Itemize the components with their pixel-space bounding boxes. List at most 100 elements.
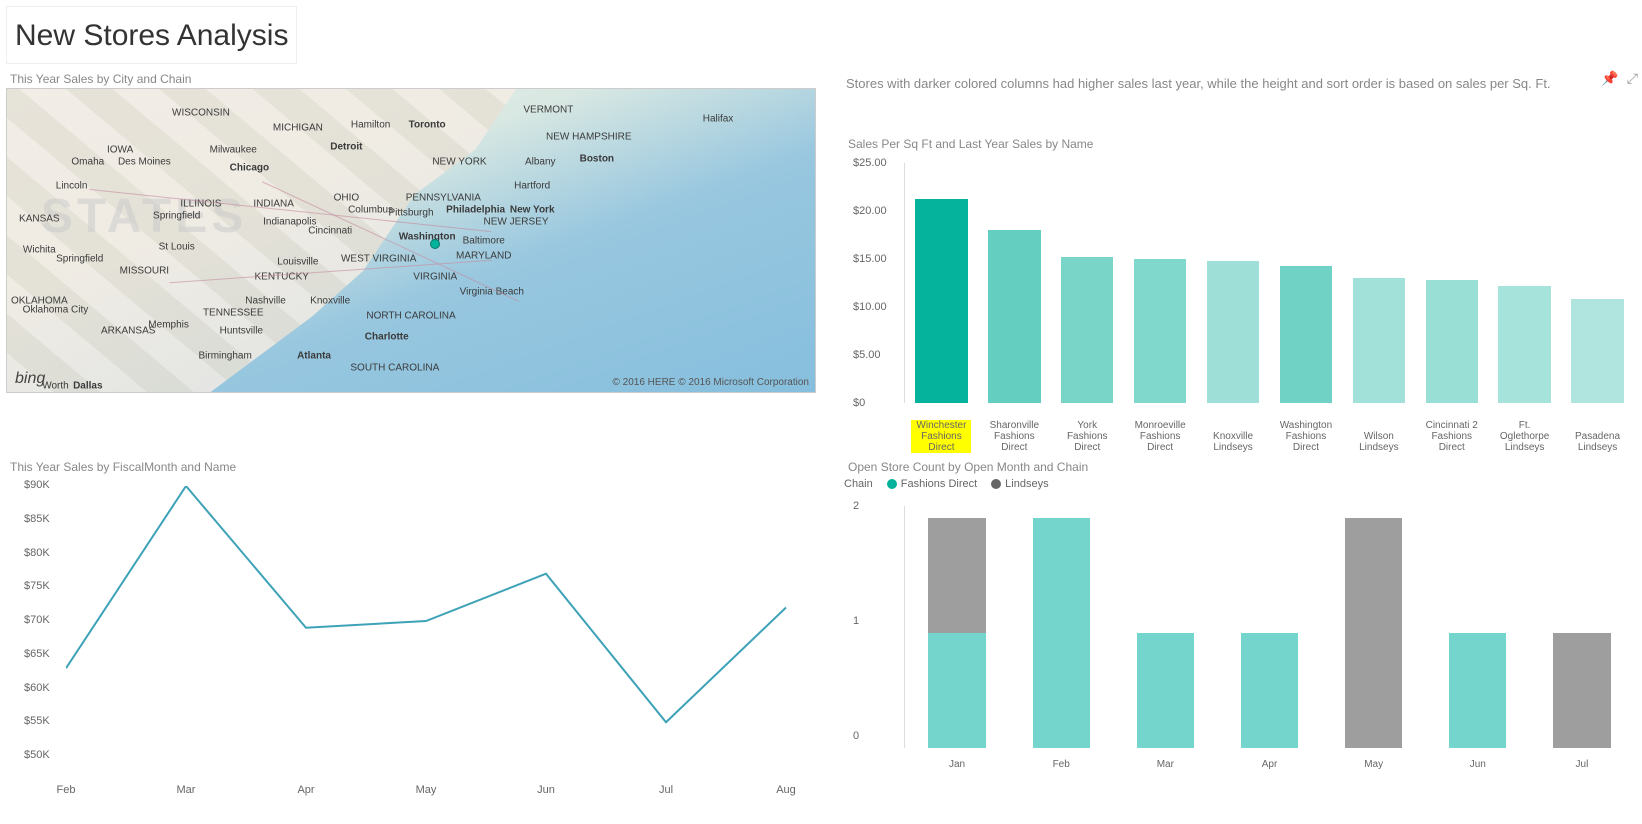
bar[interactable] bbox=[1426, 280, 1478, 403]
bar[interactable] bbox=[1571, 299, 1623, 403]
x-tick-label: May bbox=[416, 784, 437, 796]
map-city-label: NEW YORK bbox=[432, 156, 486, 167]
map-city-label: Chicago bbox=[230, 162, 269, 173]
bar[interactable] bbox=[1061, 257, 1113, 403]
legend-item[interactable]: Lindseys bbox=[991, 478, 1048, 490]
map-city-label: MISSOURI bbox=[120, 265, 169, 276]
map-city-label: Knoxville bbox=[310, 296, 350, 307]
stacked-bar[interactable] bbox=[1345, 518, 1402, 748]
map-city-label: WISCONSIN bbox=[172, 108, 230, 119]
stacked-bar[interactable] bbox=[928, 518, 985, 748]
map-city-label: Boston bbox=[580, 153, 614, 164]
map-visual[interactable]: This Year Sales by City and Chain STATES… bbox=[6, 70, 836, 450]
bar-caption: Stores with darker colored columns had h… bbox=[844, 70, 1642, 93]
x-tick-label: Feb bbox=[57, 784, 76, 796]
bar[interactable] bbox=[1498, 286, 1550, 403]
bar-chart[interactable]: $0$5.00$10.00$15.00$20.00$25.00Wincheste… bbox=[844, 153, 1642, 453]
map-city-label: NEW JERSEY bbox=[484, 217, 549, 228]
x-tick-label: Jan bbox=[932, 759, 982, 770]
stacked-chart[interactable]: 012JanFebMarAprMayJunJul bbox=[844, 496, 1642, 776]
y-tick-label: $10.00 bbox=[853, 301, 887, 313]
y-tick-label: 1 bbox=[853, 615, 859, 627]
line-series[interactable] bbox=[66, 486, 786, 722]
legend-label: Chain bbox=[844, 478, 873, 490]
stack-segment[interactable] bbox=[928, 518, 985, 633]
legend-item[interactable]: Fashions Direct bbox=[887, 478, 977, 490]
map-city-label: Lincoln bbox=[56, 180, 88, 191]
stack-segment[interactable] bbox=[1137, 633, 1194, 748]
y-tick-label: $80K bbox=[24, 547, 50, 559]
stacked-bar[interactable] bbox=[1449, 633, 1506, 748]
bar[interactable] bbox=[988, 230, 1040, 403]
bing-logo: bing bbox=[15, 370, 45, 388]
map-city-label: NEW HAMPSHIRE bbox=[546, 132, 632, 143]
map-canvas[interactable]: STATES WISCONSINMICHIGANMilwaukeeChicago… bbox=[6, 88, 816, 393]
line-chart[interactable]: $50K$55K$60K$65K$70K$75K$80K$85K$90KFebM… bbox=[6, 476, 836, 796]
bar-category-label: York Fashions Direct bbox=[1057, 420, 1117, 453]
bar[interactable] bbox=[915, 199, 967, 403]
pin-icon[interactable]: 📌 bbox=[1601, 70, 1618, 87]
map-city-label: Cincinnati bbox=[308, 226, 352, 237]
map-city-label: IOWA bbox=[107, 144, 133, 155]
x-tick-label: Apr bbox=[297, 784, 314, 796]
map-city-label: Atlanta bbox=[297, 350, 331, 361]
map-city-label: Nashville bbox=[245, 296, 286, 307]
line-title: This Year Sales by FiscalMonth and Name bbox=[6, 458, 836, 476]
y-tick-label: $85K bbox=[24, 513, 50, 525]
stack-segment[interactable] bbox=[1449, 633, 1506, 748]
map-city-label: Charlotte bbox=[365, 332, 409, 343]
stack-segment[interactable] bbox=[1553, 633, 1610, 748]
dashboard-grid: This Year Sales by City and Chain STATES… bbox=[0, 64, 1642, 824]
y-tick-label: $60K bbox=[24, 682, 50, 694]
map-city-label: Detroit bbox=[330, 141, 362, 152]
focus-mode-icon[interactable]: ⤢ bbox=[1627, 70, 1638, 87]
map-city-label: MICHIGAN bbox=[273, 123, 323, 134]
line-visual[interactable]: This Year Sales by FiscalMonth and Name … bbox=[6, 458, 836, 818]
map-city-label: KANSAS bbox=[19, 214, 60, 225]
map-city-label: New York bbox=[510, 205, 555, 216]
map-city-label: VIRGINIA bbox=[413, 271, 457, 282]
stack-segment[interactable] bbox=[1345, 518, 1402, 748]
bar-visual[interactable]: 📌 ⤢ Stores with darker colored columns h… bbox=[844, 70, 1642, 450]
x-tick-label: Feb bbox=[1036, 759, 1086, 770]
stack-segment[interactable] bbox=[928, 633, 985, 748]
map-city-label: Springfield bbox=[153, 211, 200, 222]
x-tick-label: Aug bbox=[776, 784, 796, 796]
map-city-label: PENNSYLVANIA bbox=[406, 193, 481, 204]
stacked-visual[interactable]: Open Store Count by Open Month and Chain… bbox=[844, 458, 1642, 818]
bar[interactable] bbox=[1280, 266, 1332, 403]
bar[interactable] bbox=[1134, 259, 1186, 403]
map-watermark: STATES bbox=[41, 189, 247, 244]
x-tick-label: Jun bbox=[537, 784, 555, 796]
map-data-point[interactable] bbox=[430, 239, 440, 249]
y-tick-label: 2 bbox=[853, 500, 859, 512]
map-city-label: Dallas bbox=[73, 380, 102, 391]
y-tick-label: $50K bbox=[24, 749, 50, 761]
bar[interactable] bbox=[1353, 278, 1405, 403]
stack-segment[interactable] bbox=[1033, 518, 1090, 748]
y-tick-label: $65K bbox=[24, 648, 50, 660]
bar-category-label: Cincinnati 2 Fashions Direct bbox=[1422, 420, 1482, 453]
stacked-bar[interactable] bbox=[1241, 633, 1298, 748]
map-city-label: WEST VIRGINIA bbox=[341, 253, 416, 264]
y-tick-label: $70K bbox=[24, 614, 50, 626]
map-city-label: Worth bbox=[42, 380, 69, 391]
map-city-label: Washington bbox=[399, 232, 456, 243]
bar-category-label: Wilson Lindseys bbox=[1349, 431, 1409, 453]
stack-segment[interactable] bbox=[1241, 633, 1298, 748]
stacked-bar[interactable] bbox=[1033, 518, 1090, 748]
map-city-label: ARKANSAS bbox=[101, 326, 155, 337]
stacked-bar[interactable] bbox=[1553, 633, 1610, 748]
map-city-label: TENNESSEE bbox=[203, 308, 264, 319]
y-tick-label: $55K bbox=[24, 715, 50, 727]
x-tick-label: May bbox=[1349, 759, 1399, 770]
map-city-label: Philadelphia bbox=[446, 205, 505, 216]
bar-category-label: Winchester Fashions Direct bbox=[911, 420, 971, 453]
map-city-label: Pittsburgh bbox=[388, 208, 433, 219]
y-tick-label: 0 bbox=[853, 730, 859, 742]
map-city-label: Omaha bbox=[71, 156, 104, 167]
bar[interactable] bbox=[1207, 261, 1259, 403]
y-tick-label: $75K bbox=[24, 580, 50, 592]
x-tick-label: Mar bbox=[1140, 759, 1190, 770]
stacked-bar[interactable] bbox=[1137, 633, 1194, 748]
